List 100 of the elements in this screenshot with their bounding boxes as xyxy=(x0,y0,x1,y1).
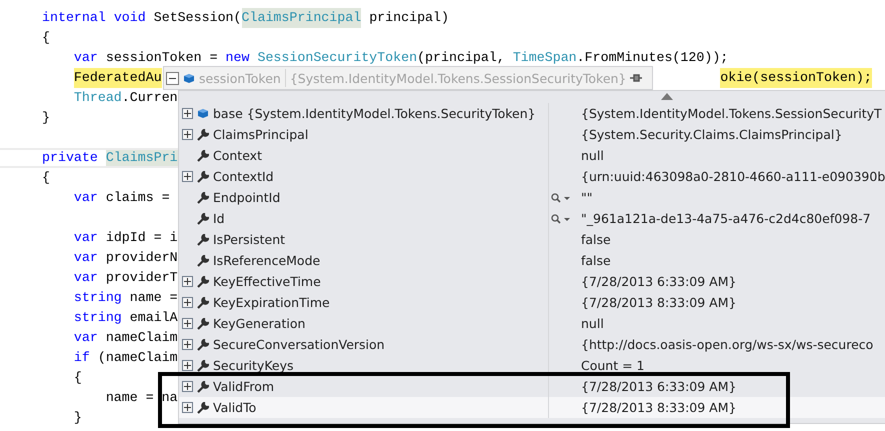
code-token: string xyxy=(74,289,122,307)
member-value: false xyxy=(581,232,612,247)
wrench-icon xyxy=(197,170,209,182)
code-token: name = na xyxy=(106,389,178,407)
code-token: if xyxy=(74,349,90,367)
code-token: providerT xyxy=(104,269,178,287)
code-token: var xyxy=(74,229,98,247)
code-token: SessionSecurityToken xyxy=(256,49,418,67)
wrench-icon xyxy=(197,254,209,266)
member-value: {http://docs.oasis-open.org/ws-sx/ws-secureco xyxy=(581,337,874,352)
code-token: okie(sessionToken); xyxy=(720,68,872,88)
code-token: principal) xyxy=(368,9,449,27)
code-token: { xyxy=(42,29,50,47)
code-token: FederatedAu xyxy=(74,68,162,88)
member-value: {7/28/2013 8:33:09 AM} xyxy=(581,400,738,415)
member-name: ValidFrom xyxy=(213,379,274,394)
member-value: {urn:uuid:463098a0-2810-4660-a111-e090390b xyxy=(581,169,885,184)
member-name: Id xyxy=(213,211,225,226)
expand-icon[interactable] xyxy=(182,318,193,329)
code-token: nameClaim xyxy=(104,329,178,347)
wrench-icon xyxy=(197,212,209,224)
magnifier-icon[interactable] xyxy=(551,192,571,202)
member-name: SecureConversationVersion xyxy=(213,337,385,352)
code-token: var xyxy=(74,249,98,267)
wrench-icon xyxy=(197,234,209,246)
code-token: .Curren xyxy=(122,89,178,107)
wrench-icon xyxy=(197,338,209,350)
expand-icon[interactable] xyxy=(182,360,193,371)
code-token: { xyxy=(74,369,82,387)
expand-icon[interactable] xyxy=(182,297,193,308)
member-value: {System.Security.Claims.ClaimsPrincipal} xyxy=(581,127,844,142)
member-name: KeyEffectiveTime xyxy=(213,274,321,289)
code-token: void xyxy=(112,9,146,27)
member-name: EndpointId xyxy=(213,190,280,205)
expand-icon[interactable] xyxy=(182,276,193,287)
member-value: false xyxy=(581,253,612,268)
pin-icon[interactable] xyxy=(630,73,642,83)
code-token: name = xyxy=(128,289,178,307)
object-icon xyxy=(197,108,209,119)
expand-icon[interactable] xyxy=(182,402,193,413)
expand-icon[interactable] xyxy=(182,171,193,182)
expand-icon[interactable] xyxy=(182,108,193,119)
variable-type: {System.IdentityModel.Tokens.SessionSecurityToken} xyxy=(290,70,626,86)
member-name: KeyExpirationTime xyxy=(213,295,330,310)
wrench-icon xyxy=(197,380,209,392)
code-token: var xyxy=(74,189,98,207)
member-name: IsPersistent xyxy=(213,232,286,247)
wrench-icon xyxy=(197,296,209,308)
member-name: SecurityKeys xyxy=(213,358,294,373)
member-value: Count = 1 xyxy=(581,358,646,373)
member-value: {7/28/2013 8:33:09 AM} xyxy=(581,295,738,310)
code-token: } xyxy=(42,109,50,127)
code-token: idpId = i xyxy=(104,229,178,247)
code-token: sessionToken = xyxy=(104,49,219,67)
member-name: base {System.IdentityModel.Tokens.SecurityToken} xyxy=(213,106,536,121)
member-value: {7/28/2013 6:33:09 AM} xyxy=(581,379,738,394)
member-name: Context xyxy=(213,148,262,163)
member-name: IsReferenceMode xyxy=(213,253,320,268)
member-name: ValidTo xyxy=(213,400,256,415)
member-value: {System.IdentityModel.Tokens.SessionSecurityT xyxy=(581,106,883,121)
code-token: Thread xyxy=(74,89,122,107)
wrench-icon xyxy=(197,276,209,288)
magnifier-icon[interactable] xyxy=(551,214,571,224)
expand-icon[interactable] xyxy=(182,339,193,350)
expand-icon[interactable] xyxy=(182,381,193,392)
code-token: var xyxy=(74,329,98,347)
wrench-icon xyxy=(197,150,209,162)
code-token: providerN xyxy=(104,249,178,267)
expand-icon[interactable] xyxy=(182,129,193,140)
member-name: ContextId xyxy=(213,169,274,184)
code-token: var xyxy=(74,49,98,67)
scroll-up-icon[interactable] xyxy=(661,93,673,100)
code-token: SetSession( xyxy=(152,9,242,27)
wrench-icon xyxy=(197,192,209,204)
member-value: null xyxy=(581,316,605,331)
code-token: internal xyxy=(42,9,106,27)
member-value: null xyxy=(581,148,605,163)
wrench-icon xyxy=(197,128,209,140)
collapse-icon[interactable] xyxy=(166,72,179,84)
code-token: new xyxy=(226,49,250,67)
wrench-icon xyxy=(197,360,209,372)
wrench-icon xyxy=(197,318,209,330)
wrench-icon xyxy=(197,402,209,414)
code-token: (principal, xyxy=(417,49,506,67)
member-name: ClaimsPrincipal xyxy=(213,127,308,142)
code-token: (nameClaim xyxy=(96,349,178,367)
member-value: "_961a121a-de13-4a75-a476-c2d4c80ef098-7 xyxy=(581,211,872,226)
object-icon xyxy=(183,72,195,84)
variable-name: sessionToken xyxy=(199,70,281,86)
code-token: string xyxy=(74,309,122,327)
code-token: claims = xyxy=(104,189,170,207)
code-token: private xyxy=(42,150,99,166)
code-token: TimeSpan xyxy=(512,49,577,67)
code-token: emailA xyxy=(128,309,178,327)
code-token: ClaimsPrincipal xyxy=(242,8,362,28)
code-token: ClaimsPri xyxy=(106,150,178,166)
member-name: KeyGeneration xyxy=(213,316,306,331)
code-token: { xyxy=(42,169,50,187)
code-token: .FromMinutes(120)); xyxy=(576,49,728,67)
member-value: "" xyxy=(581,190,594,205)
